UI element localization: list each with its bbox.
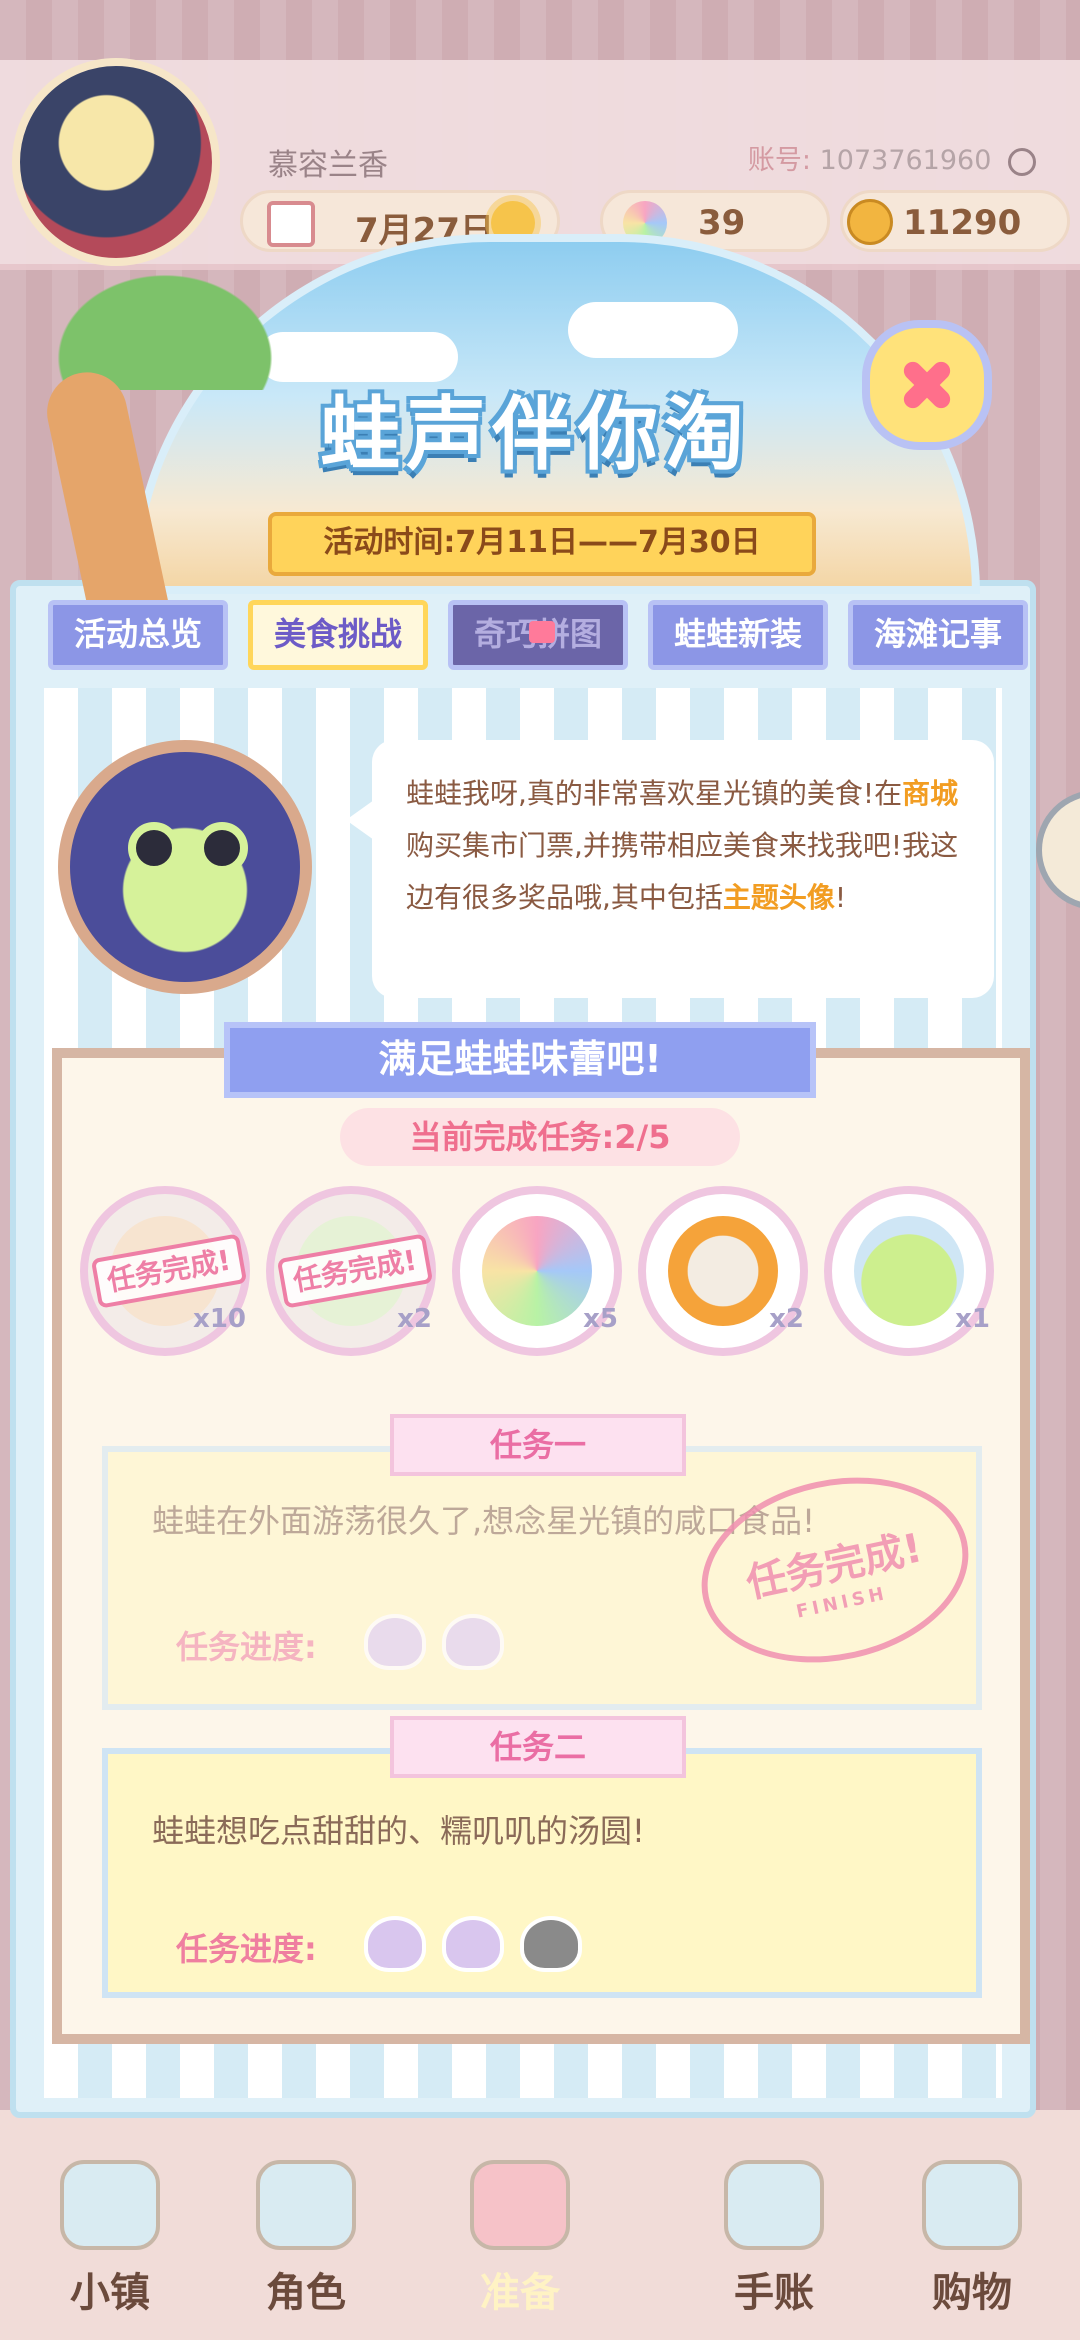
town-icon: [60, 2160, 160, 2250]
account-id: 1073761960: [819, 145, 992, 176]
sun-icon: [491, 201, 535, 245]
coin-counter[interactable]: 11290: [840, 190, 1070, 252]
frog-avatar-icon: [854, 1216, 964, 1326]
nav-label: 准备: [480, 2270, 560, 2316]
shell-icon: [364, 1916, 426, 1972]
reward-item[interactable]: x5: [452, 1186, 622, 1356]
player-name: 慕容兰香: [268, 148, 388, 183]
nav-shop[interactable]: 购物: [892, 2160, 1052, 2318]
task-header-2: 任务二: [390, 1716, 686, 1778]
reward-qty: x2: [397, 1304, 432, 1334]
date-text: 7月27日: [355, 211, 494, 251]
reward-qty: x10: [193, 1304, 246, 1334]
tab-puzzle[interactable]: 奇巧拼图: [448, 600, 628, 670]
nav-label: 小镇: [70, 2270, 150, 2316]
nav-journal[interactable]: 手账: [694, 2160, 854, 2318]
speech-highlight-avatar: 主题头像: [722, 881, 835, 914]
reward-qty: x1: [955, 1304, 990, 1334]
task-progress-label: 任务进度:: [176, 1930, 317, 1968]
reward-item[interactable]: 任务完成! x2: [266, 1186, 436, 1356]
close-button[interactable]: [862, 320, 992, 450]
rainbow-petal-icon: [482, 1216, 592, 1326]
speech-highlight-shop[interactable]: 商城: [902, 777, 958, 810]
prepare-icon: [470, 2160, 570, 2250]
journal-icon: [724, 2160, 824, 2250]
coin-icon: [847, 199, 893, 245]
character-icon: [256, 2160, 356, 2250]
panel-title: 满足蛙蛙味蕾吧!: [224, 1022, 816, 1098]
task-header-1: 任务一: [390, 1414, 686, 1476]
reward-qty: x2: [769, 1304, 804, 1334]
speech-text: !: [834, 881, 847, 914]
task-progress-label: 任务进度:: [176, 1628, 317, 1666]
frog-portrait: [58, 740, 312, 994]
copy-icon[interactable]: [1008, 147, 1036, 176]
account-label: 账号:: [747, 145, 812, 176]
shell-icon: [364, 1614, 426, 1670]
coin-count: 11290: [903, 203, 1022, 243]
tab-food-challenge[interactable]: 美食挑战: [248, 600, 428, 670]
task-card-2: 蛙蛙想吃点甜甜的、糯叽叽的汤圆! 任务进度:: [102, 1748, 982, 1998]
player-avatar[interactable]: [12, 58, 220, 266]
nav-label: 角色: [266, 2270, 346, 2316]
nav-label: 购物: [932, 2270, 1012, 2316]
reward-item[interactable]: 任务完成! x10: [80, 1186, 250, 1356]
tab-beach-notes[interactable]: 海滩记事: [848, 600, 1028, 670]
shell-icon: [442, 1614, 504, 1670]
reward-track: 任务完成! x10 任务完成! x2 x5 x2 x1: [80, 1186, 1000, 1356]
gem-count: 39: [698, 203, 746, 243]
task-progress-summary: 当前完成任务:2/5: [340, 1108, 740, 1166]
event-tabs: 活动总览 美食挑战 奇巧拼图 蛙蛙新装 海滩记事: [40, 600, 1040, 674]
frog-eye: [128, 822, 180, 874]
lock-icon: [529, 621, 555, 643]
frog-eye: [196, 822, 248, 874]
gem-counter[interactable]: 39: [600, 190, 830, 252]
date-pill: 7月27日: [240, 190, 560, 252]
empty-shell-icon: [520, 1916, 582, 1972]
tab-frog-outfit[interactable]: 蛙蛙新装: [648, 600, 828, 670]
tab-overview[interactable]: 活动总览: [48, 600, 228, 670]
shopping-bag-icon: [922, 2160, 1022, 2250]
reward-qty: x5: [583, 1304, 618, 1334]
nav-label: 手账: [734, 2270, 814, 2316]
petal-icon: [623, 201, 667, 245]
reward-item[interactable]: x2: [638, 1186, 808, 1356]
reward-item[interactable]: x1: [824, 1186, 994, 1356]
speech-text: 购买集市门票,并携带相应美食来找我吧!我这边有很多奖品哦,其中包括: [406, 829, 959, 914]
frog-speech-bubble: 蛙蛙我呀,真的非常喜欢星光镇的美食!在商城购买集市门票,并携带相应美食来找我吧!…: [346, 740, 994, 998]
speech-text: 蛙蛙我呀,真的非常喜欢星光镇的美食!在: [406, 777, 903, 810]
nav-character[interactable]: 角色: [226, 2160, 386, 2318]
calendar-icon: [267, 201, 315, 247]
shell-icon: [442, 1916, 504, 1972]
task-description: 蛙蛙想吃点甜甜的、糯叽叽的汤圆!: [152, 1812, 645, 1850]
nav-town[interactable]: 小镇: [30, 2160, 190, 2318]
bottom-nav: 小镇 角色 准备 手账 购物: [0, 2110, 1080, 2340]
nav-prepare[interactable]: 准备: [440, 2160, 600, 2318]
food-bowl-icon: [668, 1216, 778, 1326]
account-info: 账号: 1073761960: [748, 138, 1036, 177]
